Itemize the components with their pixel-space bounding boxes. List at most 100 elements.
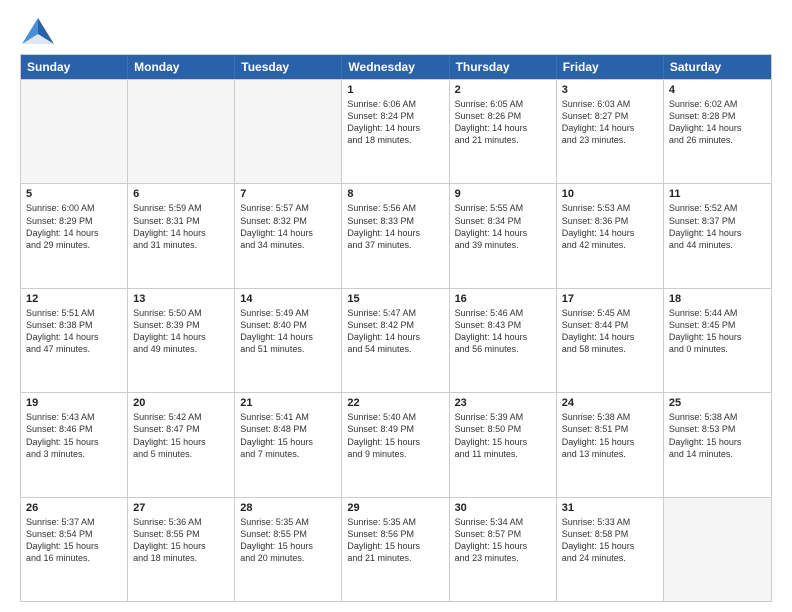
calendar-cell: 18 Sunrise: 5:44 AM Sunset: 8:45 PM Dayli… [664,289,771,392]
cell-day-number: 6 [133,188,229,200]
calendar-cell: 8Sunrise: 5:56 AM Sunset: 8:33 PM Daylig… [342,184,449,287]
calendar-cell: 2 Sunrise: 6:05 AM Sunset: 8:26 PM Daylig… [450,80,557,183]
logo [20,16,60,46]
calendar-cell: 3Sunrise: 6:03 AM Sunset: 8:27 PM Daylig… [557,80,664,183]
cell-day-number: 19 [26,397,122,409]
cell-day-number: 7 [240,188,336,200]
cell-info: Sunrise: 5:55 AM Sunset: 8:34 PM Dayligh… [455,202,551,251]
calendar-header-row: SundayMondayTuesdayWednesdayThursdayFrid… [21,55,771,79]
calendar-cell: 16 Sunrise: 5:46 AM Sunset: 8:43 PM Dayli… [450,289,557,392]
cell-day-number: 18 [669,293,766,305]
calendar-cell: 6 Sunrise: 5:59 AM Sunset: 8:31 PM Daylig… [128,184,235,287]
weekday-header: Monday [128,55,235,79]
calendar-week: 5 Sunrise: 6:00 AM Sunset: 8:29 PM Daylig… [21,183,771,287]
cell-info: Sunrise: 5:46 AM Sunset: 8:43 PM Dayligh… [455,307,551,356]
calendar-week: 19 Sunrise: 5:43 AM Sunset: 8:46 PM Dayli… [21,392,771,496]
calendar-cell: 7Sunrise: 5:57 AM Sunset: 8:32 PM Daylig… [235,184,342,287]
cell-info: Sunrise: 5:47 AM Sunset: 8:42 PM Dayligh… [347,307,443,356]
cell-info: Sunrise: 5:35 AM Sunset: 8:55 PM Dayligh… [240,516,336,565]
cell-day-number: 20 [133,397,229,409]
calendar-body: 1 Sunrise: 6:06 AM Sunset: 8:24 PM Daylig… [21,79,771,601]
cell-info: Sunrise: 5:44 AM Sunset: 8:45 PM Dayligh… [669,307,766,356]
cell-info: Sunrise: 5:59 AM Sunset: 8:31 PM Dayligh… [133,202,229,251]
cell-info: Sunrise: 5:56 AM Sunset: 8:33 PM Dayligh… [347,202,443,251]
cell-day-number: 14 [240,293,336,305]
calendar-cell: 15Sunrise: 5:47 AM Sunset: 8:42 PM Dayli… [342,289,449,392]
calendar-cell: 13 Sunrise: 5:50 AM Sunset: 8:39 PM Dayli… [128,289,235,392]
calendar: SundayMondayTuesdayWednesdayThursdayFrid… [20,54,772,602]
cell-info: Sunrise: 6:06 AM Sunset: 8:24 PM Dayligh… [347,98,443,147]
cell-day-number: 2 [455,84,551,96]
cell-info: Sunrise: 5:50 AM Sunset: 8:39 PM Dayligh… [133,307,229,356]
calendar-cell: 19 Sunrise: 5:43 AM Sunset: 8:46 PM Dayli… [21,393,128,496]
cell-info: Sunrise: 5:49 AM Sunset: 8:40 PM Dayligh… [240,307,336,356]
calendar-cell [21,80,128,183]
cell-info: Sunrise: 5:37 AM Sunset: 8:54 PM Dayligh… [26,516,122,565]
calendar-cell: 11 Sunrise: 5:52 AM Sunset: 8:37 PM Dayli… [664,184,771,287]
cell-day-number: 16 [455,293,551,305]
calendar-cell: 5 Sunrise: 6:00 AM Sunset: 8:29 PM Daylig… [21,184,128,287]
cell-day-number: 11 [669,188,766,200]
calendar-cell: 22Sunrise: 5:40 AM Sunset: 8:49 PM Dayli… [342,393,449,496]
logo-icon [20,16,56,46]
cell-info: Sunrise: 6:02 AM Sunset: 8:28 PM Dayligh… [669,98,766,147]
calendar-cell: 28Sunrise: 5:35 AM Sunset: 8:55 PM Dayli… [235,498,342,601]
cell-info: Sunrise: 6:05 AM Sunset: 8:26 PM Dayligh… [455,98,551,147]
calendar-cell [664,498,771,601]
calendar-cell: 20Sunrise: 5:42 AM Sunset: 8:47 PM Dayli… [128,393,235,496]
calendar-cell: 25 Sunrise: 5:38 AM Sunset: 8:53 PM Dayli… [664,393,771,496]
cell-info: Sunrise: 5:52 AM Sunset: 8:37 PM Dayligh… [669,202,766,251]
calendar-cell: 17Sunrise: 5:45 AM Sunset: 8:44 PM Dayli… [557,289,664,392]
weekday-header: Thursday [450,55,557,79]
cell-info: Sunrise: 5:35 AM Sunset: 8:56 PM Dayligh… [347,516,443,565]
cell-info: Sunrise: 5:33 AM Sunset: 8:58 PM Dayligh… [562,516,658,565]
calendar-cell: 14 Sunrise: 5:49 AM Sunset: 8:40 PM Dayli… [235,289,342,392]
cell-day-number: 25 [669,397,766,409]
calendar-week: 26 Sunrise: 5:37 AM Sunset: 8:54 PM Dayli… [21,497,771,601]
cell-info: Sunrise: 5:51 AM Sunset: 8:38 PM Dayligh… [26,307,122,356]
cell-day-number: 30 [455,502,551,514]
cell-day-number: 5 [26,188,122,200]
calendar-cell: 4 Sunrise: 6:02 AM Sunset: 8:28 PM Daylig… [664,80,771,183]
calendar-cell: 27Sunrise: 5:36 AM Sunset: 8:55 PM Dayli… [128,498,235,601]
cell-day-number: 23 [455,397,551,409]
weekday-header: Saturday [664,55,771,79]
cell-day-number: 31 [562,502,658,514]
cell-info: Sunrise: 5:39 AM Sunset: 8:50 PM Dayligh… [455,411,551,460]
page: SundayMondayTuesdayWednesdayThursdayFrid… [0,0,792,612]
cell-info: Sunrise: 5:41 AM Sunset: 8:48 PM Dayligh… [240,411,336,460]
calendar-cell: 29 Sunrise: 5:35 AM Sunset: 8:56 PM Dayli… [342,498,449,601]
weekday-header: Friday [557,55,664,79]
calendar-cell [235,80,342,183]
weekday-header: Tuesday [235,55,342,79]
cell-info: Sunrise: 5:34 AM Sunset: 8:57 PM Dayligh… [455,516,551,565]
cell-info: Sunrise: 5:36 AM Sunset: 8:55 PM Dayligh… [133,516,229,565]
cell-info: Sunrise: 5:53 AM Sunset: 8:36 PM Dayligh… [562,202,658,251]
cell-info: Sunrise: 5:38 AM Sunset: 8:53 PM Dayligh… [669,411,766,460]
calendar-cell: 31 Sunrise: 5:33 AM Sunset: 8:58 PM Dayli… [557,498,664,601]
calendar-cell [128,80,235,183]
calendar-cell: 21Sunrise: 5:41 AM Sunset: 8:48 PM Dayli… [235,393,342,496]
cell-info: Sunrise: 5:38 AM Sunset: 8:51 PM Dayligh… [562,411,658,460]
calendar-cell: 1 Sunrise: 6:06 AM Sunset: 8:24 PM Daylig… [342,80,449,183]
cell-day-number: 29 [347,502,443,514]
cell-day-number: 24 [562,397,658,409]
cell-info: Sunrise: 6:00 AM Sunset: 8:29 PM Dayligh… [26,202,122,251]
cell-day-number: 9 [455,188,551,200]
cell-info: Sunrise: 5:43 AM Sunset: 8:46 PM Dayligh… [26,411,122,460]
calendar-week: 1 Sunrise: 6:06 AM Sunset: 8:24 PM Daylig… [21,79,771,183]
weekday-header: Wednesday [342,55,449,79]
cell-day-number: 12 [26,293,122,305]
cell-day-number: 10 [562,188,658,200]
cell-day-number: 13 [133,293,229,305]
cell-day-number: 26 [26,502,122,514]
cell-info: Sunrise: 5:40 AM Sunset: 8:49 PM Dayligh… [347,411,443,460]
cell-day-number: 4 [669,84,766,96]
cell-info: Sunrise: 5:45 AM Sunset: 8:44 PM Dayligh… [562,307,658,356]
calendar-cell: 12 Sunrise: 5:51 AM Sunset: 8:38 PM Dayli… [21,289,128,392]
calendar-week: 12 Sunrise: 5:51 AM Sunset: 8:38 PM Dayli… [21,288,771,392]
calendar-cell: 9 Sunrise: 5:55 AM Sunset: 8:34 PM Daylig… [450,184,557,287]
calendar-cell: 10 Sunrise: 5:53 AM Sunset: 8:36 PM Dayli… [557,184,664,287]
cell-day-number: 1 [347,84,443,96]
cell-info: Sunrise: 6:03 AM Sunset: 8:27 PM Dayligh… [562,98,658,147]
